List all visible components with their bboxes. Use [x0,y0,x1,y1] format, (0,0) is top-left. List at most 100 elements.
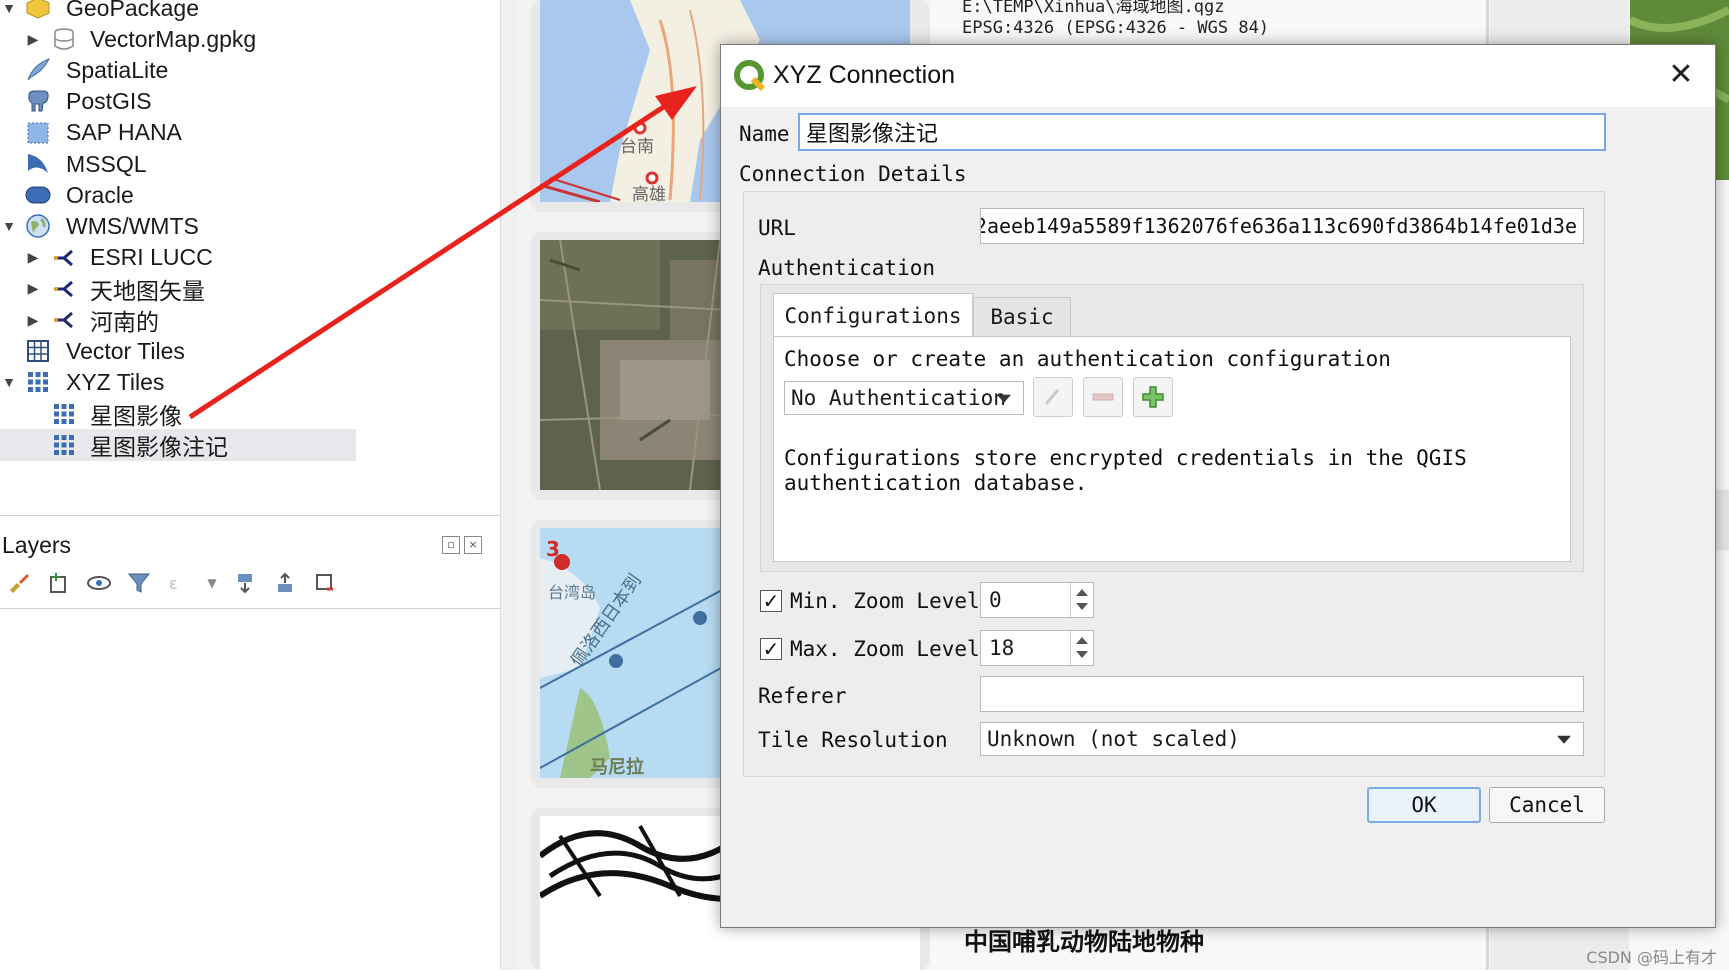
expanded-arrow-icon[interactable]: ▼ [2,218,16,234]
auth-info-text-1: Configurations store encrypted credentia… [784,446,1467,470]
cancel-button[interactable]: Cancel [1489,787,1605,823]
remove-config-button[interactable] [1083,377,1123,417]
layers-panel-title: Layers [2,532,72,558]
pencil-icon [1044,389,1060,405]
browser-panel: ▼ GeoPackage ▶ VectorMap.gpkg SpatiaLite Post… [0,0,452,515]
collapsed-arrow-icon[interactable]: ▶ [26,280,40,297]
close-icon[interactable]: ✕ [1661,55,1701,95]
browser-item-label: Oracle [66,181,134,208]
tab-basic[interactable]: Basic [973,297,1071,337]
browser-item[interactable]: 星图影像 [0,398,360,430]
browser-item[interactable]: Vector Tiles [0,335,360,367]
collapse-all-icon[interactable] [272,570,298,596]
filter-by-expression-icon[interactable]: ε [166,570,192,596]
browser-item[interactable]: ▶ VectorMap.gpkg [0,23,360,55]
collapsed-arrow-icon[interactable]: ▶ [26,31,40,48]
configurations-tab-panel: Choose or create an authentication confi… [773,336,1571,562]
add-group-icon[interactable] [46,570,72,596]
float-panel-icon[interactable]: ▫ [442,536,460,554]
wms-service-icon [50,306,78,334]
dialog-titlebar[interactable]: XYZ Connection ✕ [721,45,1715,107]
min-zoom-label: Min. Zoom Level [790,589,980,613]
browser-item-label: ESRI LUCC [90,244,213,271]
filter-legend-icon[interactable] [126,570,152,596]
browser-item[interactable]: 星图影像注记 [0,428,356,461]
browser-item[interactable]: SAP HANA [0,117,360,149]
close-panel-icon[interactable]: × [464,536,482,554]
url-input[interactable]: 63f2aeeb149a5589f1362076fe636a113c690fd3… [980,208,1584,244]
referer-input[interactable] [980,676,1584,712]
expand-all-icon[interactable] [232,570,258,596]
browser-item[interactable]: ▶ ESRI LUCC [0,242,360,274]
max-zoom-stepper[interactable] [1070,631,1093,665]
auth-config-select-value: No Authentication [791,386,1006,410]
collapsed-arrow-icon[interactable]: ▶ [26,249,40,266]
auth-info-text-2: authentication database. [784,471,1088,495]
xyz-tiles-icon [50,431,78,459]
layers-tree[interactable] [0,608,500,972]
layers-panel: Layers ▫ × ε ▼ [0,515,500,972]
browser-item[interactable]: SpatiaLite [0,54,360,86]
remove-layer-icon[interactable] [312,570,338,596]
browser-item[interactable]: ▼ WMS/WMTS [0,210,360,242]
browser-item-label: 天地图矢量 [90,277,205,304]
browser-item-label: SpatiaLite [66,56,169,83]
min-zoom-check-mark: ✓ [762,589,780,613]
tab-configurations[interactable]: Configurations [773,293,973,337]
watermark-text: CSDN @码上有才 [1586,948,1717,967]
url-input-value: 63f2aeeb149a5589f1362076fe636a113c690fd3… [980,214,1577,238]
browser-item[interactable]: PostGIS [0,86,360,118]
max-zoom-spinbox[interactable]: 18 [980,630,1094,666]
minus-icon [1092,393,1114,401]
min-zoom-stepper[interactable] [1070,583,1093,617]
dialog-title: XYZ Connection [773,61,956,89]
browser-item[interactable]: ▶ 天地图矢量 [0,273,360,305]
expanded-arrow-icon[interactable]: ▼ [2,0,16,16]
connection-details-label: Connection Details [739,162,967,186]
tile-resolution-label: Tile Resolution [758,728,948,752]
browser-item-label: SAP HANA [66,119,182,146]
browser-item[interactable]: ▼ GeoPackage [0,0,360,24]
tab-configurations-label: Configurations [784,303,962,328]
add-config-button[interactable] [1133,377,1173,417]
plus-icon [1142,386,1164,408]
tile-resolution-select[interactable]: Unknown (not scaled) [980,722,1584,756]
panel-splitter[interactable] [500,0,520,970]
qgis-logo-icon [734,60,766,92]
ok-button[interactable]: OK [1367,787,1481,823]
min-zoom-checkbox[interactable]: ✓ [760,590,782,612]
vector-tiles-icon [24,337,52,365]
browser-item-label: WMS/WMTS [66,212,199,239]
max-zoom-checkbox[interactable]: ✓ [760,638,782,660]
spatialite-feather-icon [24,56,52,84]
browser-item[interactable]: MSSQL [0,148,360,180]
name-input-value: 星图影像注记 [806,122,939,147]
max-zoom-label: Max. Zoom Level [790,637,980,661]
min-zoom-spinbox[interactable]: 0 [980,582,1094,618]
visibility-eye-icon[interactable] [86,570,112,596]
authentication-group: Configurations Basic Choose or create an… [760,284,1584,572]
project-crs-text: EPSG:4326 (EPSG:4326 - WGS 84) [962,18,1270,38]
browser-item-label: PostGIS [66,88,152,115]
browser-item[interactable]: Oracle [0,179,360,211]
referer-label: Referer [758,684,847,708]
auth-config-select[interactable]: No Authentication [784,381,1024,415]
sap-hana-icon [24,119,52,147]
browser-item[interactable]: ▼ XYZ Tiles [0,366,360,398]
browser-item[interactable]: ▶ 河南的 [0,304,360,336]
edit-config-button[interactable] [1033,377,1073,417]
authentication-label: Authentication [758,256,936,280]
name-input[interactable]: 星图影像注记 [798,113,1606,151]
svg-text:3: 3 [546,537,560,561]
svg-text:ε: ε [169,574,178,593]
tile-resolution-value: Unknown (not scaled) [987,727,1240,751]
globe-icon [24,212,52,240]
xyz-tiles-icon [24,368,52,396]
expanded-arrow-icon[interactable]: ▼ [2,374,16,390]
wms-service-icon [50,275,78,303]
collapsed-arrow-icon[interactable]: ▶ [26,312,40,329]
chevron-down-icon[interactable]: ▼ [206,570,218,596]
max-zoom-check-mark: ✓ [762,637,780,661]
connection-details-group: URL 63f2aeeb149a5589f1362076fe636a113c69… [743,191,1605,777]
style-manager-icon[interactable] [6,570,32,596]
